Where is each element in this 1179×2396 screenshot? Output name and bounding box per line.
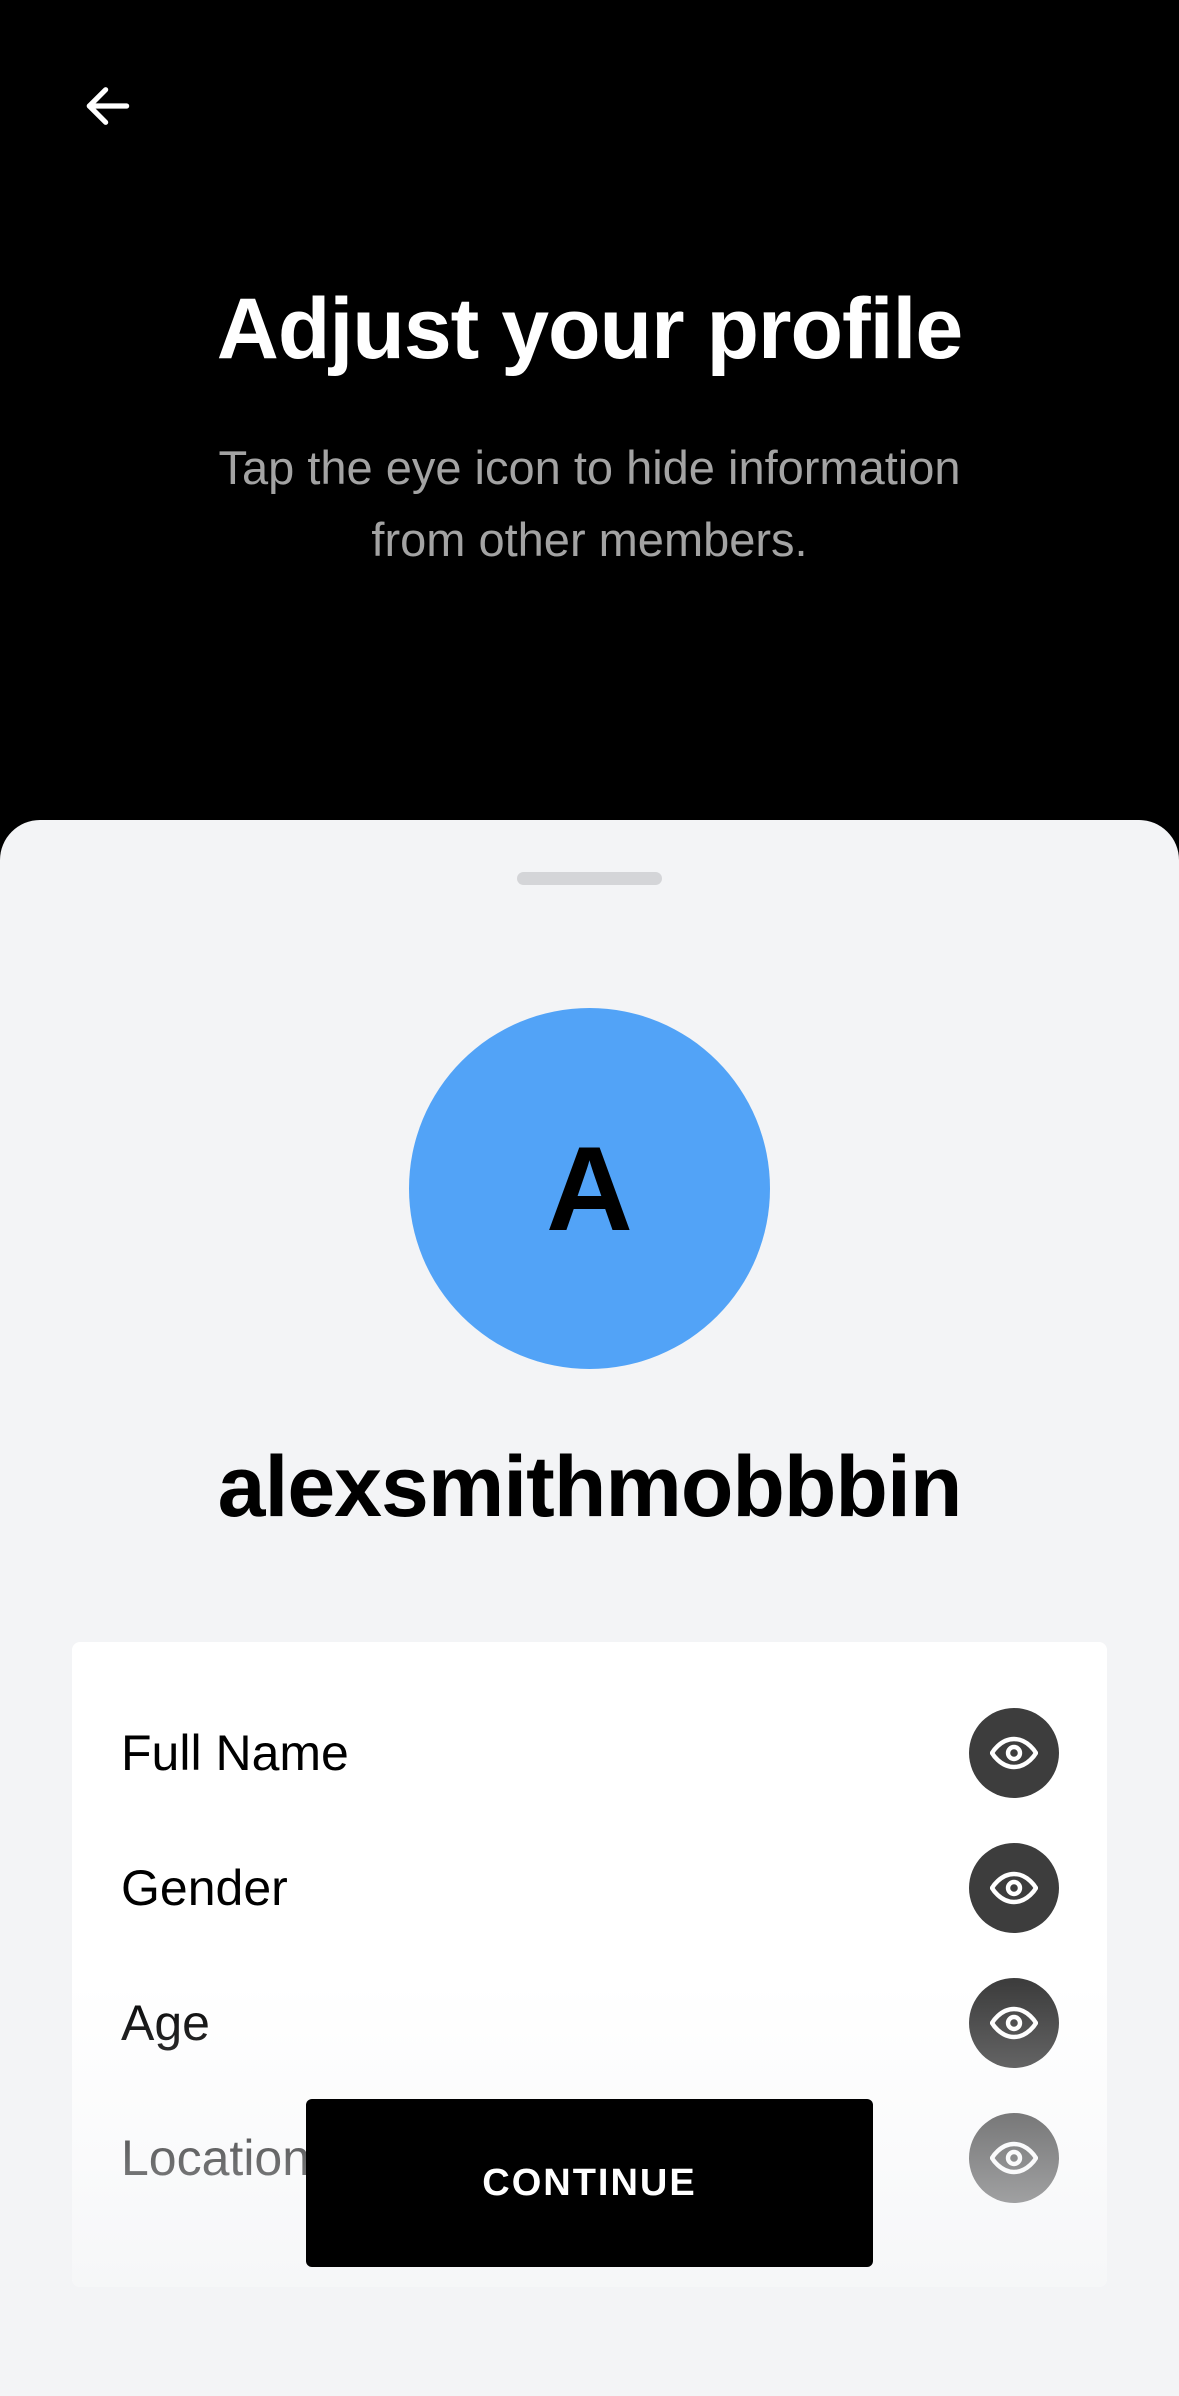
field-row-full-name: Full Name (72, 1685, 1107, 1820)
field-row-gender: Gender (72, 1820, 1107, 1955)
field-label: Gender (121, 1859, 288, 1916)
continue-button[interactable]: CONTINUE (306, 2099, 873, 2267)
eye-icon (990, 2006, 1038, 2039)
header: Adjust your profile Tap the eye icon to … (0, 0, 1179, 820)
visibility-toggle-location[interactable] (969, 2112, 1059, 2203)
visibility-toggle-age[interactable] (969, 1977, 1059, 2068)
eye-icon (990, 1736, 1038, 1769)
field-row-age: Age (72, 1955, 1107, 2090)
avatar-initial: A (546, 1121, 633, 1256)
arrow-left-icon (86, 87, 130, 125)
visibility-toggle-full-name[interactable] (969, 1707, 1059, 1798)
bottom-sheet: A alexsmithmobbbin Full Name Gender Age … (0, 820, 1179, 2396)
field-label: Age (121, 1994, 210, 2051)
field-label: Full Name (121, 1724, 349, 1781)
avatar: A (409, 1008, 770, 1369)
back-button[interactable] (60, 58, 156, 154)
visibility-toggle-gender[interactable] (969, 1842, 1059, 1933)
eye-icon (990, 1871, 1038, 1904)
eye-icon (990, 2141, 1038, 2174)
page-subtitle: Tap the eye icon to hide information fro… (170, 432, 1009, 576)
subtitle-line-2: from other members. (371, 513, 808, 566)
subtitle-line-1: Tap the eye icon to hide information (218, 441, 961, 494)
username: alexsmithmobbbin (217, 1439, 963, 1535)
page-title: Adjust your profile (216, 281, 963, 377)
sheet-drag-handle[interactable] (517, 872, 662, 885)
field-label: Location (121, 2129, 311, 2186)
